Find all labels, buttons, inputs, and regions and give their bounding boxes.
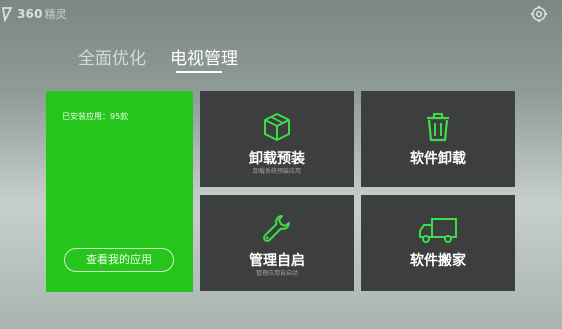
active-tab-indicator bbox=[176, 71, 222, 73]
logo-subtitle: 精灵 bbox=[44, 8, 67, 21]
tab-full-optimize[interactable]: 全面优化 bbox=[78, 44, 146, 69]
tile-manage-autostart[interactable]: 管理自启 管理应用自启动 bbox=[200, 195, 354, 291]
tile-title: 卸载预装 bbox=[249, 151, 305, 167]
tile-subtitle: 管理应用自启动 bbox=[255, 270, 298, 277]
logo-text: 360 bbox=[17, 7, 43, 21]
wrench-icon bbox=[200, 213, 354, 247]
tile-software-move[interactable]: 软件搬家 bbox=[361, 195, 515, 291]
installed-apps-panel[interactable]: 已安装应用：95款 查看我的应用 bbox=[46, 91, 193, 292]
box-icon bbox=[200, 111, 354, 145]
tile-software-uninstall[interactable]: 软件卸载 bbox=[361, 91, 515, 187]
gear-icon bbox=[531, 6, 547, 22]
tab-tv-management[interactable]: 电视管理 bbox=[170, 44, 238, 69]
app-logo: 360 精灵 bbox=[0, 5, 67, 23]
top-bar: 360 精灵 bbox=[0, 0, 562, 30]
installed-apps-count: 已安装应用：95款 bbox=[62, 112, 129, 121]
logo-icon bbox=[1, 7, 13, 22]
tile-subtitle: 卸载系统预装应用 bbox=[252, 168, 301, 175]
settings-button[interactable] bbox=[530, 5, 548, 23]
view-my-apps-button[interactable]: 查看我的应用 bbox=[64, 248, 174, 272]
tile-title: 管理自启 bbox=[249, 253, 305, 269]
truck-icon bbox=[361, 217, 515, 251]
tile-uninstall-preinstalled[interactable]: 卸载预装 卸载系统预装应用 bbox=[200, 91, 354, 187]
trash-icon bbox=[361, 111, 515, 145]
tile-title: 软件搬家 bbox=[410, 253, 466, 269]
tile-title: 软件卸载 bbox=[410, 151, 466, 167]
